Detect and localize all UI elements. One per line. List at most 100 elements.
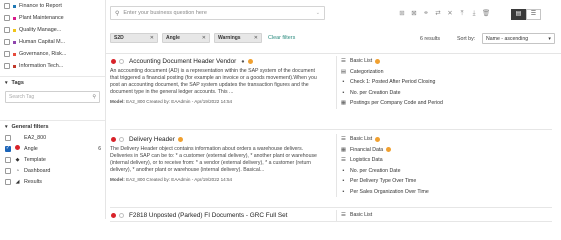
checkbox[interactable] <box>4 39 10 45</box>
checkbox[interactable] <box>5 167 11 174</box>
close-icon[interactable]: ✕ <box>202 35 206 41</box>
tag-item[interactable]: Human Capital M... <box>0 36 105 48</box>
display-label: No. per Creation Date <box>350 167 401 174</box>
general-filter-item[interactable]: ◆ Template <box>0 154 105 165</box>
display-item[interactable]: ▪ Per Sales Organization Over Time <box>340 187 546 198</box>
display-label: Basic List <box>350 136 373 143</box>
model-label: Model: <box>110 176 125 182</box>
basic-list-icon: ☰ <box>341 58 346 65</box>
clear-filters-link[interactable]: Clear filters <box>268 35 295 41</box>
tag-item[interactable]: Plant Maintenance <box>0 12 105 24</box>
close-box-icon[interactable]: ⊠ <box>410 10 418 18</box>
card-title[interactable]: Delivery Header <box>129 136 175 143</box>
tag-item[interactable]: Quality Manage... <box>0 24 105 36</box>
checkbox[interactable] <box>4 63 10 69</box>
pivot-icon: ▦ <box>340 146 347 153</box>
display-label: Per Delivery Type Over Time <box>350 178 417 185</box>
chevron-down-icon[interactable]: ⌄ <box>316 10 320 16</box>
display-item[interactable]: ▪ No. per Creation Date <box>340 88 546 99</box>
search-icon: ⚲ <box>92 94 96 100</box>
tag-item[interactable]: Information Tech... <box>0 60 105 72</box>
business-question-search[interactable]: ⚲ Enter your business question here ⌄ <box>110 6 325 20</box>
checkbox[interactable] <box>4 15 10 21</box>
display-label: Per Sales Organization Over Time <box>350 188 429 195</box>
checkbox[interactable] <box>5 156 11 163</box>
general-filters-header[interactable]: ▾ General filters <box>0 120 105 132</box>
search-placeholder: Enter your business question here <box>123 10 207 16</box>
checkbox[interactable] <box>4 51 10 57</box>
angle-icon <box>111 213 116 218</box>
model-value: EA2_800 <box>126 98 145 104</box>
display-label: Check 1: Posted After Period Closing <box>350 79 436 86</box>
general-filter-label: Dashboard <box>24 167 51 174</box>
tag-color-swatch <box>13 28 16 32</box>
checkbox[interactable] <box>4 3 10 9</box>
model-value: EA2_800 <box>126 176 145 182</box>
tags-section-header[interactable]: ▾ Tags <box>0 76 105 88</box>
close-icon[interactable]: ✕ <box>254 35 258 41</box>
warning-icon <box>177 137 183 142</box>
glasses-icon[interactable]: ⚭ <box>422 10 430 18</box>
chevron-down-icon: ▾ <box>5 123 8 130</box>
favorite-icon[interactable] <box>119 213 124 218</box>
card-title[interactable]: Accounting Document Header Vendor <box>129 58 236 65</box>
general-filters-list: EA2_800 ✓ Angle 6 ◆ Template ◔ Dashboard ◢ Result… <box>0 132 105 187</box>
angle-icon <box>111 59 116 64</box>
tag-color-swatch <box>13 52 16 56</box>
list-view-icon[interactable]: ☰ <box>526 9 541 20</box>
display-item[interactable]: ☰ Basic List <box>340 134 546 145</box>
general-filter-item[interactable]: EA2_800 <box>0 132 105 143</box>
grid-add-icon[interactable]: ⊞ <box>398 10 406 18</box>
bar-chart-icon: ▪ <box>342 167 345 174</box>
general-filter-count: 6 <box>98 145 101 152</box>
checkbox[interactable] <box>4 27 10 33</box>
display-item[interactable]: ▪ No. per Creation Date <box>340 166 546 177</box>
filter-chip[interactable]: Warnings ✕ <box>214 33 262 43</box>
search-tag-input[interactable]: Search Tag ⚲ <box>5 91 100 103</box>
display-item[interactable]: ▦ Postings per Company Code and Period <box>340 98 546 109</box>
favorite-icon[interactable] <box>119 137 124 142</box>
model-label: Model: <box>110 98 125 104</box>
general-filter-item[interactable]: ✓ Angle 6 <box>0 143 105 154</box>
tag-item[interactable]: Governance, Risk... <box>0 48 105 60</box>
display-item[interactable]: ▪ Per Delivery Type Over Time <box>340 176 546 187</box>
display-item[interactable]: ☰ Basic List <box>340 210 546 221</box>
filter-chip[interactable]: S2D ✕ <box>110 33 158 43</box>
display-item[interactable]: ▦ Financial Data <box>340 145 546 156</box>
download-icon[interactable]: ⤓ <box>470 10 478 18</box>
close-icon[interactable]: ✕ <box>446 10 454 18</box>
display-item[interactable]: ☰ Logistics Data <box>340 155 546 166</box>
result-card[interactable]: Accounting Document Header Vendor ● An acc… <box>110 56 552 130</box>
favorite-icon[interactable] <box>119 59 124 64</box>
tag-label: Information Tech... <box>19 63 64 69</box>
sort-select[interactable]: Name - ascending ▾ <box>482 33 555 44</box>
general-filter-item[interactable]: ◢ Results <box>0 176 105 187</box>
card-description: The Delivery Header object contains info… <box>110 146 317 173</box>
warning-icon <box>375 136 381 142</box>
close-icon[interactable]: ✕ <box>150 35 154 41</box>
result-card[interactable]: Delivery Header The Delivery Header objec… <box>110 134 552 208</box>
tag-label: Governance, Risk... <box>19 51 67 57</box>
detail-view-icon[interactable]: ▤ <box>511 9 526 20</box>
tag-list: Finance to Report Plant Maintenance Qualit… <box>0 0 105 72</box>
sidebar: Finance to Report Plant Maintenance Qualit… <box>0 0 106 219</box>
checkbox[interactable] <box>5 134 11 141</box>
display-item[interactable]: ▪ Check 1: Posted After Period Closing <box>340 77 546 88</box>
display-item[interactable]: ▤ Categorization <box>340 67 546 78</box>
general-filter-item[interactable]: ◔ Dashboard <box>0 165 105 176</box>
upload-icon[interactable]: ⤒ <box>458 10 466 18</box>
result-card[interactable]: F2818 Unposted (Parked) FI Documents - G… <box>110 210 552 222</box>
shuffle-icon[interactable]: ⇄ <box>434 10 442 18</box>
display-item[interactable]: ☰ Basic List <box>340 56 546 67</box>
display-label: Logistics Data <box>350 157 383 164</box>
checkbox[interactable] <box>5 178 11 185</box>
tag-item[interactable]: Finance to Report <box>0 0 105 12</box>
warning-icon <box>247 59 253 64</box>
card-title[interactable]: F2818 Unposted (Parked) FI Documents - G… <box>129 212 287 219</box>
display-label: Categorization <box>350 68 384 75</box>
categorization-icon: ▤ <box>340 68 347 75</box>
bar-chart-icon: ▪ <box>342 188 345 195</box>
filter-chip[interactable]: Angle ✕ <box>162 33 210 43</box>
delete-icon[interactable]: 🗑 <box>482 10 490 18</box>
checkbox[interactable]: ✓ <box>5 145 11 152</box>
